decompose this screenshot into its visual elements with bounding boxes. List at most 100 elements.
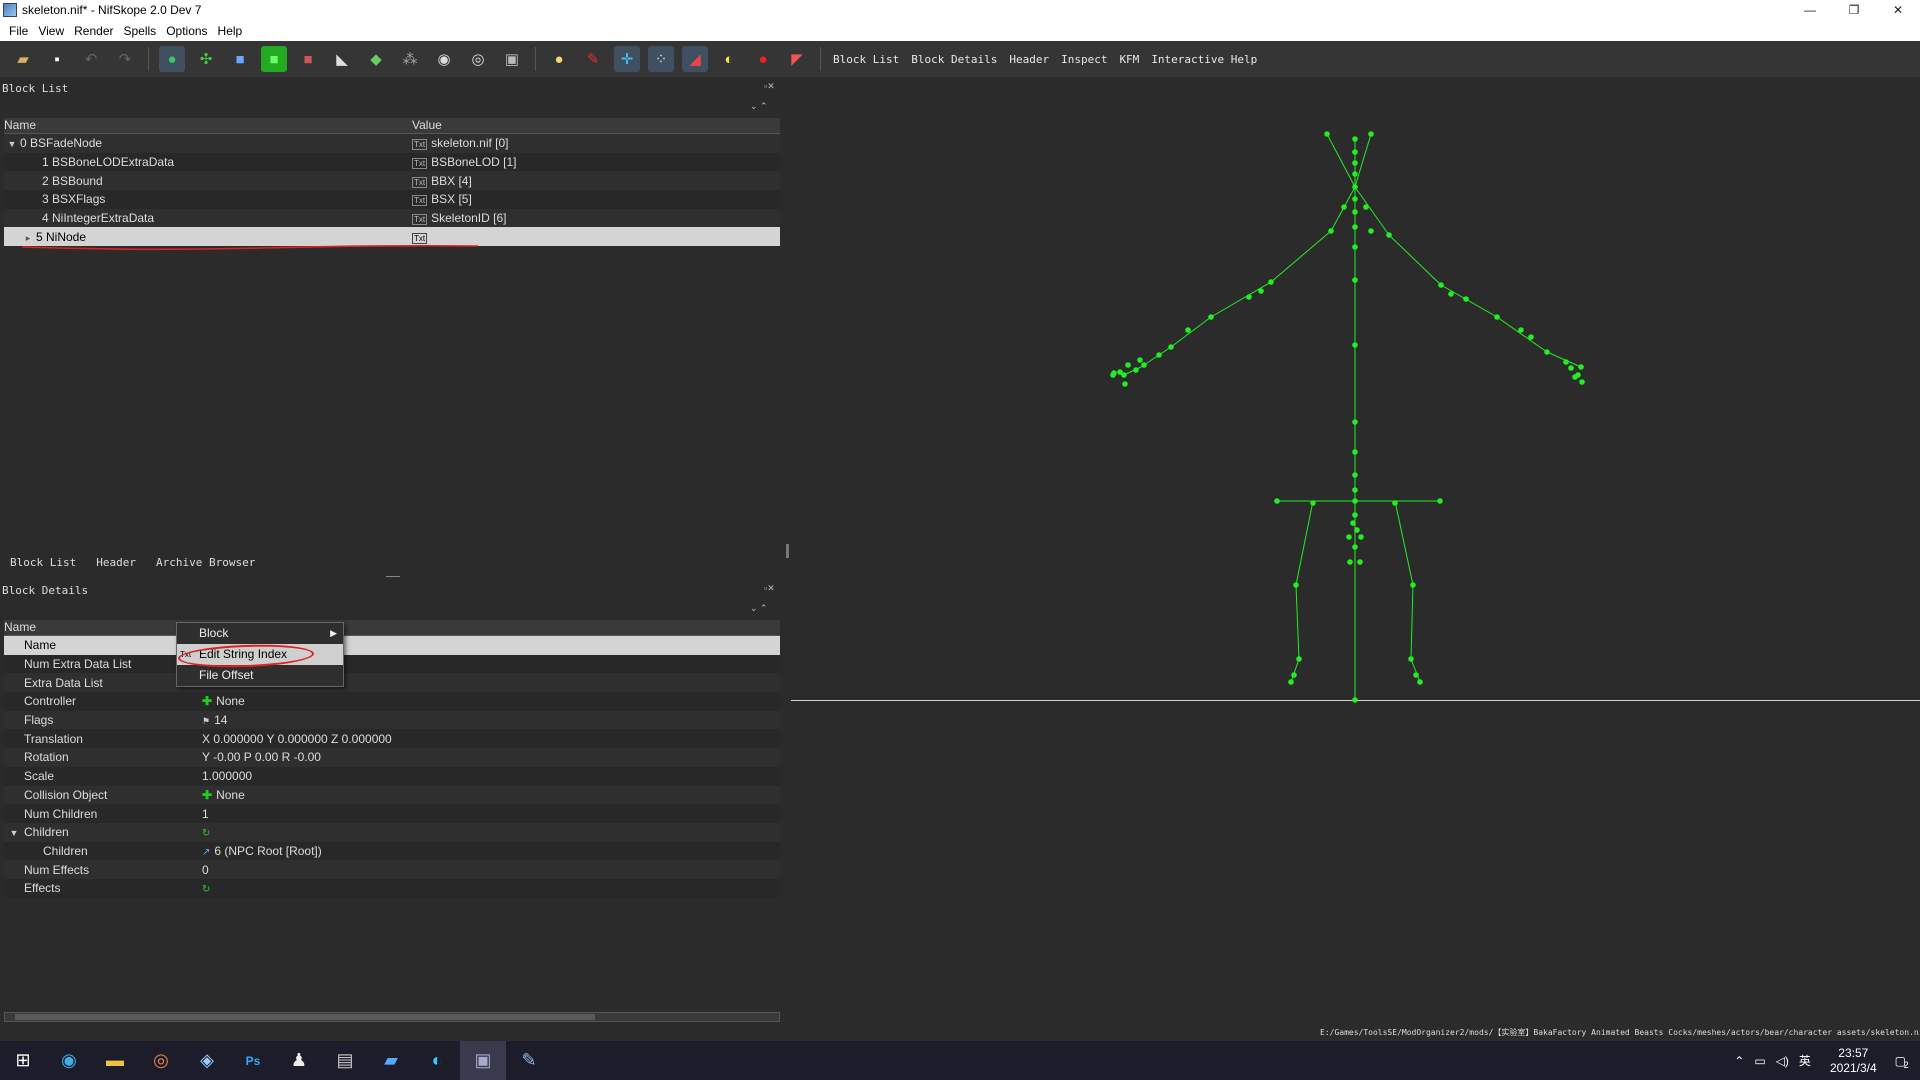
joint-dot[interactable] [1368, 131, 1374, 137]
joint-dot[interactable] [1352, 697, 1358, 703]
joint-dot[interactable] [1563, 359, 1569, 365]
detail-row[interactable]: Collision Object ✚ None [4, 785, 780, 805]
menu-file[interactable]: File [4, 24, 33, 38]
joint-dot[interactable] [1352, 342, 1358, 348]
joint-dot[interactable] [1293, 582, 1299, 588]
flag-icon[interactable]: ⚑ [202, 716, 210, 726]
joint-dot[interactable] [1568, 365, 1574, 371]
joint-dot[interactable] [1386, 232, 1392, 238]
block-row[interactable]: 3 BSXFlags Txt BSX [5] [4, 190, 780, 209]
expand-arrow-icon[interactable]: ▼ [4, 828, 24, 838]
detail-row[interactable]: ▼ Children ↻ [4, 822, 780, 842]
refresh-icon[interactable]: ↻ [202, 884, 210, 895]
cube-green-icon[interactable]: ■ [261, 46, 287, 72]
detail-row[interactable]: Children ↗ 6 (NPC Root [Root]) [4, 841, 780, 861]
joint-dot[interactable] [1572, 374, 1578, 380]
nifskope-taskbar-icon[interactable]: ▣ [460, 1041, 506, 1080]
horizontal-scrollbar[interactable] [4, 1012, 780, 1022]
cube-front-icon[interactable]: ■ [227, 46, 253, 72]
joint-dot[interactable] [1156, 352, 1162, 358]
float-close-icon[interactable]: ▫✕ [764, 81, 775, 92]
menu-item-file-offset[interactable]: File Offset [177, 665, 343, 686]
joint-dot[interactable] [1368, 228, 1374, 234]
joint-dot[interactable] [1133, 367, 1139, 373]
joint-dot[interactable] [1352, 136, 1358, 142]
tab-header[interactable]: Header [86, 554, 146, 572]
joint-dot[interactable] [1437, 498, 1443, 504]
close-button[interactable]: ✕ [1876, 0, 1920, 20]
name-column-header[interactable]: Name [4, 620, 202, 635]
toolbar-kfm-button[interactable]: KFM [1119, 53, 1139, 66]
joint-dot[interactable] [1347, 559, 1353, 565]
graph-icon[interactable]: ⁘ [648, 46, 674, 72]
splitter-grip[interactable] [386, 576, 400, 577]
joint-dot[interactable] [1141, 362, 1147, 368]
joint-dot[interactable] [1352, 419, 1358, 425]
joint-dot[interactable] [1352, 160, 1358, 166]
joint-dot[interactable] [1578, 364, 1584, 370]
joint-dot[interactable] [1352, 184, 1358, 190]
globe-icon[interactable]: ● [159, 46, 185, 72]
collapse-expand-icon[interactable]: ⌄ ⌃ [750, 603, 768, 614]
joint-dot[interactable] [1185, 327, 1191, 333]
joint-dot[interactable] [1258, 288, 1264, 294]
joint-dot[interactable] [1122, 381, 1128, 387]
joint-dot[interactable] [1310, 500, 1316, 506]
app-icon-4[interactable]: ◐ [414, 1041, 460, 1080]
menu-spells[interactable]: Spells [119, 24, 162, 38]
detail-row[interactable]: Rotation Y -0.00 P 0.00 R -0.00 [4, 748, 780, 767]
menu-item-block[interactable]: Block ▶ [177, 623, 343, 644]
detail-row[interactable]: Translation X 0.000000 Y 0.000000 Z 0.00… [4, 729, 780, 749]
menu-help[interactable]: Help [213, 24, 248, 38]
select-icon[interactable]: ◣ [329, 46, 355, 72]
joint-dot[interactable] [1544, 349, 1550, 355]
plus-icon[interactable]: ✚ [202, 788, 212, 802]
app-icon-3[interactable]: ▰ [368, 1041, 414, 1080]
undo-icon[interactable]: ↶ [78, 46, 104, 72]
app-icon-2[interactable]: ▤ [322, 1041, 368, 1080]
volume-icon[interactable]: ◁) [1776, 1054, 1789, 1068]
joint-dot[interactable] [1408, 656, 1414, 662]
joint-dot[interactable] [1274, 498, 1280, 504]
detail-row[interactable]: Flags ⚑ 14 [4, 710, 780, 730]
joint-dot[interactable] [1463, 296, 1469, 302]
joint-dot[interactable] [1352, 512, 1358, 518]
clock[interactable]: 23:57 2021/3/4 [1830, 1046, 1877, 1076]
menu-options[interactable]: Options [161, 24, 212, 38]
joint-dot[interactable] [1579, 379, 1585, 385]
joint-dot[interactable] [1246, 294, 1252, 300]
menu-render[interactable]: Render [69, 24, 118, 38]
joint-dot[interactable] [1352, 498, 1358, 504]
joint-dot[interactable] [1438, 282, 1444, 288]
joint-dot[interactable] [1357, 559, 1363, 565]
joint-dot[interactable] [1324, 131, 1330, 137]
app-icon-1[interactable]: ◈ [184, 1041, 230, 1080]
toolbar-block-list-button[interactable]: Block List [833, 53, 899, 66]
link-icon[interactable]: ↗ [202, 847, 210, 858]
block-row[interactable]: 1 BSBoneLODExtraData Txt BSBoneLOD [1] [4, 152, 780, 172]
flag-icon[interactable]: ◢ [682, 46, 708, 72]
joint-dot[interactable] [1358, 534, 1364, 540]
float-close-icon[interactable]: ▫✕ [764, 583, 775, 594]
joint-dot[interactable] [1288, 679, 1294, 685]
joint-dot[interactable] [1417, 679, 1423, 685]
toolbar-inspect-button[interactable]: Inspect [1061, 53, 1107, 66]
joint-dot[interactable] [1137, 357, 1143, 363]
detail-row[interactable]: Scale 1.000000 [4, 766, 780, 786]
joint-dot[interactable] [1352, 209, 1358, 215]
joint-dot[interactable] [1296, 656, 1302, 662]
joint-dot[interactable] [1117, 369, 1123, 375]
refresh-icon[interactable]: ↻ [202, 828, 210, 839]
restore-button[interactable]: ❐ [1832, 0, 1876, 20]
cube-iso-icon[interactable]: ◆ [363, 46, 389, 72]
ime-indicator[interactable]: 英 [1799, 1052, 1811, 1069]
joint-dot[interactable] [1352, 487, 1358, 493]
joint-dot[interactable] [1352, 244, 1358, 250]
detail-row[interactable]: Controller ✚ None [4, 692, 780, 711]
detail-row[interactable]: Effects ↻ [4, 878, 780, 898]
joint-dot[interactable] [1208, 314, 1214, 320]
axes-icon[interactable]: ✛ [614, 46, 640, 72]
tab-archive-browser[interactable]: Archive Browser [146, 554, 265, 572]
joint-dot[interactable] [1352, 472, 1358, 478]
walk-icon[interactable]: ⁂ [397, 46, 423, 72]
